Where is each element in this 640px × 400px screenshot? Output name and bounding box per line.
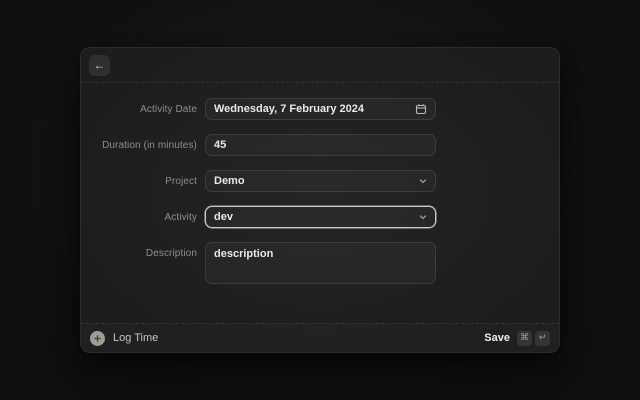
activity-date-input[interactable]: Wednesday, 7 February 2024 bbox=[205, 98, 436, 120]
project-label: Project bbox=[81, 176, 197, 187]
log-time-window: ← Activity Date Wednesday, 7 February 20… bbox=[80, 47, 560, 353]
description-label: Description bbox=[81, 242, 197, 259]
project-dropdown[interactable]: Demo bbox=[205, 170, 436, 192]
activity-label: Activity bbox=[81, 212, 197, 223]
save-button[interactable]: Save bbox=[484, 332, 510, 344]
duration-input[interactable]: 45 bbox=[205, 134, 436, 156]
form-row-activity-date: Activity Date Wednesday, 7 February 2024 bbox=[81, 98, 559, 120]
return-key-icon: ↵ bbox=[535, 331, 550, 346]
shortcut-keys: ⌘ ↵ bbox=[517, 331, 550, 346]
description-textarea[interactable]: description bbox=[205, 242, 436, 284]
form-row-activity: Activity dev bbox=[81, 206, 559, 228]
extension-clock-icon bbox=[90, 331, 105, 346]
description-value: description bbox=[214, 248, 273, 260]
desktop-background: ← Activity Date Wednesday, 7 February 20… bbox=[0, 0, 640, 400]
duration-label: Duration (in minutes) bbox=[81, 140, 197, 151]
duration-value: 45 bbox=[214, 139, 226, 151]
chevron-down-icon bbox=[419, 213, 427, 221]
action-bar: Log Time Save ⌘ ↵ bbox=[81, 323, 559, 352]
save-action: Save ⌘ ↵ bbox=[484, 331, 550, 346]
back-arrow-icon: ← bbox=[94, 59, 106, 71]
command-name: Log Time bbox=[113, 332, 158, 344]
activity-value: dev bbox=[214, 211, 233, 223]
command-key-icon: ⌘ bbox=[517, 331, 532, 346]
calendar-icon bbox=[415, 103, 427, 115]
log-time-form: Activity Date Wednesday, 7 February 2024 bbox=[81, 83, 559, 284]
window-header: ← bbox=[81, 48, 559, 83]
form-row-description: Description description bbox=[81, 242, 559, 284]
form-row-project: Project Demo bbox=[81, 170, 559, 192]
chevron-down-icon bbox=[419, 177, 427, 185]
project-value: Demo bbox=[214, 175, 245, 187]
back-button[interactable]: ← bbox=[89, 55, 110, 76]
form-row-duration: Duration (in minutes) 45 bbox=[81, 134, 559, 156]
activity-dropdown[interactable]: dev bbox=[205, 206, 436, 228]
activity-date-value: Wednesday, 7 February 2024 bbox=[214, 103, 364, 115]
activity-date-label: Activity Date bbox=[81, 104, 197, 115]
